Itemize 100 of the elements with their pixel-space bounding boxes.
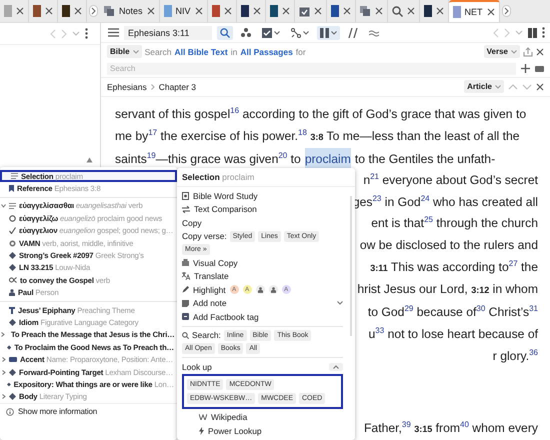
mode-dropdown[interactable]: Verse	[484, 45, 520, 58]
stack-icon	[360, 6, 371, 16]
close-icon[interactable]	[406, 7, 415, 15]
show-more-link[interactable]: Show more information	[18, 407, 98, 416]
lectern-icon	[9, 306, 15, 314]
caret-icon	[495, 84, 501, 89]
expanded-icon[interactable]	[1, 204, 6, 208]
parallel-icon	[348, 28, 358, 38]
expand-icon[interactable]	[337, 301, 343, 306]
target-icon	[9, 240, 16, 247]
reference-field[interactable]: Ephesians 3:11	[124, 26, 212, 40]
close-icon[interactable]	[342, 7, 351, 15]
toolbar-button[interactable]	[288, 26, 312, 40]
close-icon[interactable]	[45, 7, 53, 15]
close-icon[interactable]	[374, 7, 383, 15]
circle-icon	[9, 214, 16, 222]
section-heading: Copy	[182, 218, 202, 228]
bible-text: servant of this gospel$^{16}$ according to the gift of God’s grace that was given to	[115, 104, 526, 123]
toolbar-button[interactable]	[217, 26, 233, 40]
menu-item[interactable]: Visual Copy	[193, 258, 238, 268]
lines-icon	[9, 202, 16, 209]
toolbar-button[interactable]	[238, 26, 254, 40]
collapsed-icon[interactable]	[1, 332, 5, 338]
caret-icon	[331, 30, 337, 35]
more-icon[interactable]	[85, 28, 88, 39]
close-icon[interactable]	[314, 7, 322, 15]
menu-label: Search:	[192, 330, 221, 340]
scroll-right-icon[interactable]	[502, 5, 511, 17]
collapse-button[interactable]	[329, 362, 343, 371]
collapsed-icon[interactable]	[2, 370, 6, 375]
bible-text: hrist Jesus our Lord, 3:12 in whom	[357, 281, 538, 298]
search-icon	[220, 28, 230, 38]
menu-item[interactable]: Bible Word Study	[193, 190, 258, 201]
close-icon[interactable]	[74, 7, 82, 15]
collapsed-icon[interactable]	[2, 394, 6, 400]
scroll-right-icon[interactable]	[89, 5, 98, 17]
bible-text: to the Gentiles the unfath-	[354, 150, 496, 168]
close-icon[interactable]	[536, 82, 544, 91]
in-label: in	[230, 46, 238, 57]
tab[interactable]: NET	[448, 0, 500, 22]
scroll-up-icon[interactable]	[86, 157, 93, 163]
close-icon[interactable]	[194, 7, 203, 15]
highlight-swatch[interactable]	[256, 285, 265, 294]
range-link[interactable]: All Bible Text	[174, 46, 228, 57]
tab[interactable]: Notes	[100, 0, 160, 22]
breadcrumb-item[interactable]: Ephesians	[107, 82, 147, 92]
caret-icon	[132, 50, 139, 54]
close-icon[interactable]	[224, 7, 232, 15]
menu-title: Selection proclaim	[177, 168, 355, 187]
plus-icon[interactable]	[521, 64, 530, 74]
bookmark-icon	[9, 185, 14, 192]
menu-item[interactable]: Add note	[193, 298, 227, 308]
menu-item[interactable]: Translate	[194, 271, 229, 282]
view-dropdown[interactable]: Article	[464, 80, 504, 94]
close-icon[interactable]	[16, 7, 24, 15]
collapsed-icon[interactable]	[2, 357, 6, 362]
menu-item[interactable]: Add Factbook tag	[193, 312, 259, 322]
menu-item[interactable]: Text Comparison	[194, 204, 257, 214]
menu-icon[interactable]	[108, 28, 119, 38]
bible-text: me by$^{17}$ the exercise of his power.$^{18}$ 3:8 To me—less than the least of all the	[115, 126, 520, 145]
close-icon[interactable]	[486, 8, 495, 16]
close-icon[interactable]	[282, 7, 290, 15]
menu-item[interactable]: Highlight	[193, 284, 226, 295]
person-icon	[9, 289, 15, 296]
bible-text: ow be disclosed to the rulers and	[360, 237, 538, 254]
search-field[interactable]: Search	[107, 62, 516, 75]
highlight-swatch[interactable]	[268, 285, 278, 294]
for-label: for	[296, 46, 306, 57]
bolt-icon	[199, 426, 204, 435]
close-icon[interactable]	[252, 7, 261, 15]
search-icon	[392, 6, 403, 16]
translate-icon	[182, 272, 190, 280]
menu-item[interactable]: Power Lookup	[208, 426, 262, 436]
route-icon	[291, 28, 301, 38]
approx-icon	[369, 28, 379, 37]
checkbox-icon	[262, 28, 272, 38]
caret-icon	[274, 30, 280, 35]
menu-item[interactable]: Wikipedia	[211, 412, 248, 422]
bible-text: n$^{21}$ everyone about God’s secret	[363, 170, 538, 189]
bible-text: 3:11 This was according to$^{27}$ the	[370, 258, 538, 276]
split-view-icon[interactable]	[528, 28, 537, 38]
more-icon[interactable]	[542, 27, 545, 38]
caret-icon	[511, 50, 517, 54]
scope-dropdown[interactable]: Bible	[107, 45, 142, 58]
close-icon[interactable]	[436, 7, 444, 15]
info-icon	[6, 408, 14, 416]
toolbar-button[interactable]	[259, 26, 283, 40]
close-icon[interactable]	[536, 48, 544, 56]
bible-text: u$^{33}$ not to lose heart because of	[368, 324, 538, 343]
bible-text: Father,$^{39}$ 3:15 from$^{40}$ whom every	[364, 419, 538, 438]
keyboard-icon[interactable]	[535, 66, 544, 72]
toolbar-button[interactable]	[317, 26, 340, 40]
lines-icon	[11, 173, 18, 180]
close-icon[interactable]	[146, 7, 155, 15]
swap-icon	[182, 206, 190, 213]
tab[interactable]: NIV	[160, 0, 208, 22]
passages-link[interactable]: All Passages	[240, 46, 293, 57]
breadcrumb-item[interactable]: Chapter 3	[158, 82, 196, 92]
bible-text: proclaim	[304, 148, 351, 170]
dots-icon	[241, 28, 251, 38]
